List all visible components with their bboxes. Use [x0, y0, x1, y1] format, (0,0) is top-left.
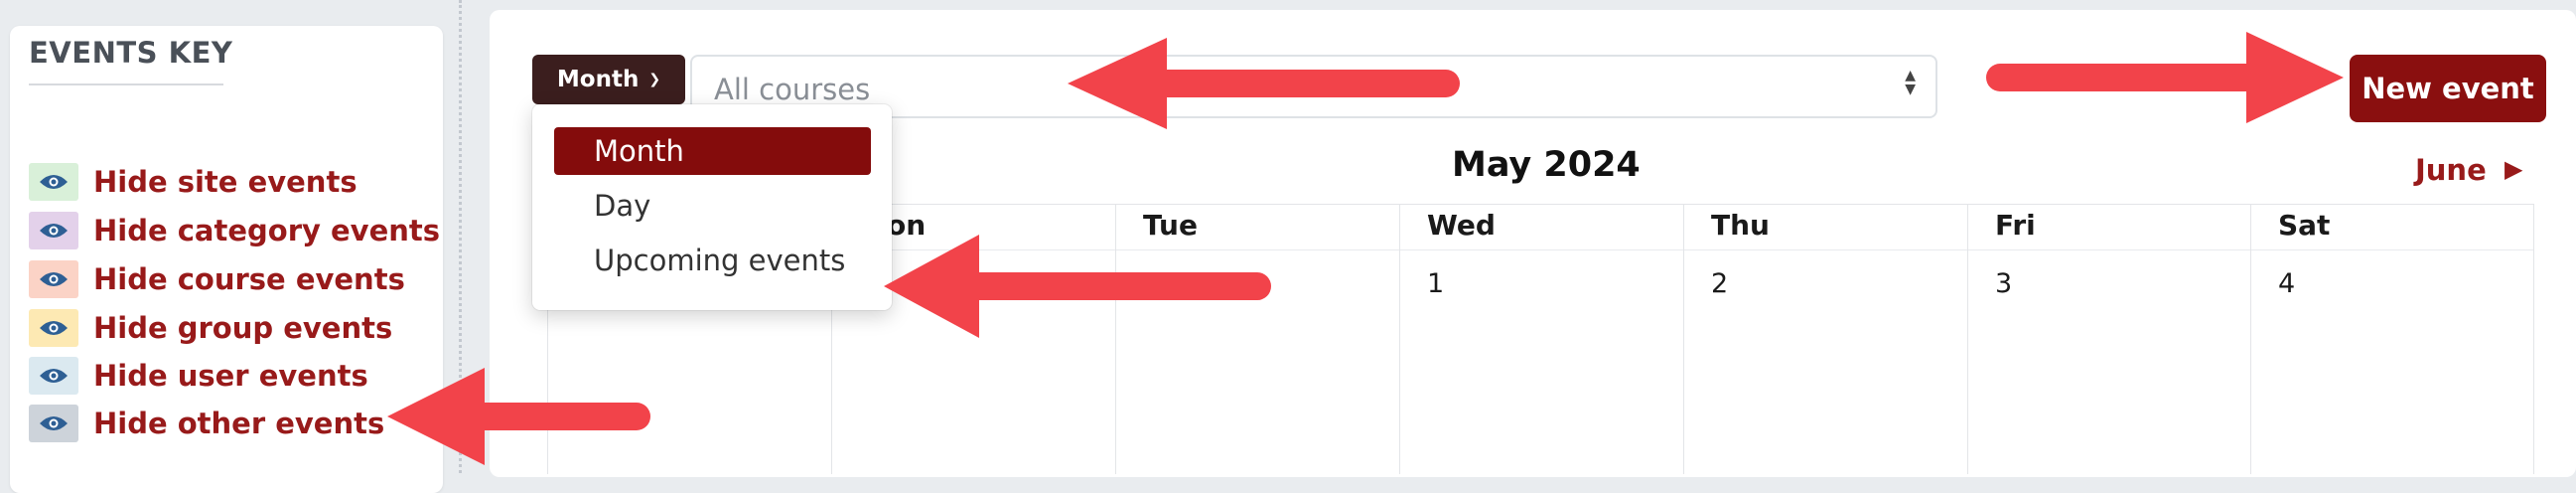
eye-icon[interactable]: [29, 260, 78, 298]
day-header-tue: Tue: [1143, 209, 1198, 242]
key-label-course[interactable]: Hide course events: [93, 262, 405, 296]
key-item-other[interactable]: Hide other events: [29, 404, 384, 443]
menu-item-upcoming-events[interactable]: Upcoming events: [554, 237, 871, 284]
eye-icon[interactable]: [29, 309, 78, 347]
eye-icon[interactable]: [29, 163, 78, 201]
panel-divider: [459, 0, 462, 473]
day-number[interactable]: 4: [2278, 268, 2295, 299]
new-event-button[interactable]: New event: [2350, 55, 2546, 122]
day-header-mon: on: [887, 209, 927, 242]
day-number[interactable]: 2: [1711, 268, 1728, 299]
day-header-thu: Thu: [1711, 209, 1770, 242]
key-label-user[interactable]: Hide user events: [93, 359, 368, 393]
month-title: May 2024: [1452, 145, 1641, 185]
eye-icon[interactable]: [29, 357, 78, 395]
key-item-user[interactable]: Hide user events: [29, 356, 368, 396]
menu-item-month[interactable]: Month: [554, 127, 871, 175]
course-select-value: All courses: [714, 73, 871, 106]
menu-item-day[interactable]: Day: [554, 182, 871, 230]
day-header-wed: Wed: [1427, 209, 1496, 242]
chevron-down-icon: ❯: [648, 72, 661, 87]
day-column-thu[interactable]: [1683, 205, 1968, 474]
view-dropdown-menu: Month Day Upcoming events: [532, 104, 892, 310]
key-label-other[interactable]: Hide other events: [93, 407, 384, 440]
key-item-site[interactable]: Hide site events: [29, 162, 358, 202]
day-number[interactable]: 3: [1995, 268, 2012, 299]
view-selector-button[interactable]: Month ❯: [532, 55, 685, 104]
day-column-fri[interactable]: [1967, 205, 2251, 474]
events-key-underline: [29, 83, 223, 85]
key-label-site[interactable]: Hide site events: [93, 165, 358, 199]
next-arrow-icon[interactable]: ▶: [2504, 155, 2522, 183]
next-month-link[interactable]: June: [2415, 153, 2487, 187]
day-header-fri: Fri: [1995, 209, 2036, 242]
eye-icon[interactable]: [29, 405, 78, 442]
day-header-sat: Sat: [2278, 209, 2331, 242]
day-column-tue[interactable]: [1115, 205, 1400, 474]
select-arrows-icon: ▲ ▼: [1905, 68, 1916, 97]
events-key-title: EVENTS KEY: [29, 36, 233, 70]
day-column-sat[interactable]: [2250, 205, 2534, 474]
day-number[interactable]: 1: [1427, 268, 1444, 299]
key-label-group[interactable]: Hide group events: [93, 311, 392, 345]
eye-icon[interactable]: [29, 212, 78, 249]
key-item-category[interactable]: Hide category events: [29, 211, 440, 250]
key-label-category[interactable]: Hide category events: [93, 214, 440, 247]
day-column-wed[interactable]: [1399, 205, 1684, 474]
view-selector-label: Month: [556, 67, 640, 92]
key-item-course[interactable]: Hide course events: [29, 259, 405, 299]
key-item-group[interactable]: Hide group events: [29, 308, 392, 348]
